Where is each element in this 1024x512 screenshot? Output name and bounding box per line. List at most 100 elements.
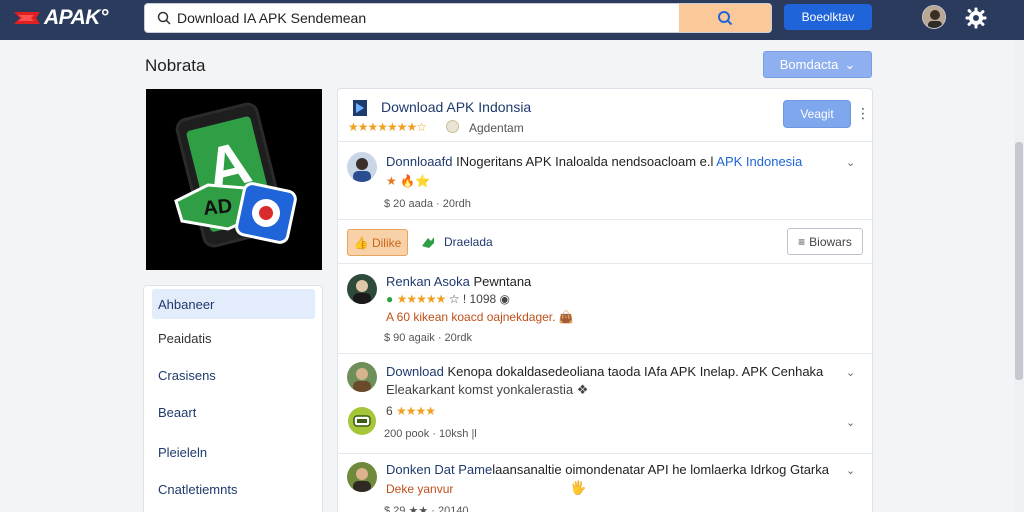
comment-title-link[interactable]: APK Indonesia bbox=[713, 154, 802, 169]
browse-button-label: Biowars bbox=[809, 234, 852, 249]
nav-item-beaart[interactable]: Beaart bbox=[152, 397, 315, 427]
nav-item-crasisens[interactable]: Crasisens bbox=[152, 360, 315, 390]
chevron-down-icon[interactable]: ⌄ bbox=[846, 464, 856, 477]
comment-rating-meta: ☆ ! 1098 ◉ bbox=[448, 292, 510, 306]
page-scrollbar-thumb[interactable] bbox=[1015, 142, 1023, 380]
comment-meta: $ 29 ★★ · 20140 bbox=[384, 505, 469, 512]
app-logo[interactable]: APAK° bbox=[12, 6, 108, 30]
top-right-dropdown-button[interactable]: Bomdacta ⌄ bbox=[763, 51, 872, 78]
comment-row: Renkan Asoka Pewntana ● ★★★★★ ☆ ! 1098 ◉… bbox=[338, 263, 872, 353]
app-tag: Agdentam bbox=[469, 121, 524, 135]
user-avatar-icon bbox=[347, 274, 377, 304]
emoji-icon: ❖ bbox=[576, 382, 589, 397]
comment-title: Renkan Asoka Pewntana bbox=[386, 274, 531, 289]
app-flag-icon bbox=[353, 100, 367, 116]
comment-title-text: Pewntana bbox=[469, 274, 532, 289]
search-icon bbox=[718, 11, 733, 26]
comment-line2: Deke yanvur bbox=[386, 482, 453, 496]
nav-item-label: Peaidatis bbox=[158, 330, 212, 346]
user-avatar-icon bbox=[923, 6, 945, 28]
app-rating-stars: ★★★★★★★☆ bbox=[348, 120, 427, 134]
search-bar[interactable] bbox=[144, 3, 772, 33]
browse-button[interactable]: ≡ Biowars bbox=[787, 228, 863, 255]
nav-item-peaidatis[interactable]: Peaidatis bbox=[152, 323, 315, 353]
avatar[interactable] bbox=[347, 362, 377, 392]
comment-row: Donken Dat Pamelaansanaltie oimondenatar… bbox=[338, 453, 872, 512]
app-name[interactable]: Download APK Indonsia bbox=[381, 99, 531, 115]
comment-title-highlight[interactable]: Donken Dat Pame bbox=[386, 462, 492, 477]
comment-title: Donnloaafd INogeritans APK Inaloalda nen… bbox=[386, 154, 802, 169]
page-title: Nobrata bbox=[145, 56, 206, 75]
comment-rating: ● ★★★★★ ☆ ! 1098 ◉ bbox=[386, 292, 510, 306]
logo-chevron-icon bbox=[14, 12, 40, 24]
comment-stars: ★★★★★ bbox=[396, 292, 447, 306]
comment-title-text: Kenopa dokaldasedeoliana taoda IAfa APK … bbox=[443, 364, 824, 379]
app-cover-image: A AD bbox=[146, 89, 322, 270]
verified-icon: ● bbox=[386, 292, 394, 306]
comment-meta: 200 pook · 10ksh |l bbox=[384, 428, 477, 440]
comment-title: Download Kenopa dokaldasedeoliana taoda … bbox=[386, 364, 823, 379]
action-bar: 👍 Dilike Draelada ≡ Biowars bbox=[338, 219, 872, 263]
comment-row: Download Kenopa dokaldasedeoliana taoda … bbox=[338, 353, 872, 453]
comment-title: Donken Dat Pamelaansanaltie oimondenatar… bbox=[386, 462, 829, 477]
nav-item-label: Beaart bbox=[158, 404, 197, 420]
tag-icon bbox=[446, 120, 459, 133]
chevron-down-icon[interactable]: ⌄ bbox=[846, 366, 856, 379]
chevron-down-icon[interactable]: ⌄ bbox=[846, 416, 856, 429]
nav-item-pleieleln[interactable]: Pleieleln bbox=[152, 437, 315, 467]
search-icon bbox=[157, 11, 171, 25]
header-primary-button[interactable]: Boeolktav bbox=[784, 4, 872, 30]
nav-item-label: Pleieleln bbox=[158, 444, 208, 460]
user-avatar-icon bbox=[347, 152, 377, 182]
user-avatar[interactable] bbox=[922, 5, 946, 29]
app-badge-icon bbox=[347, 406, 377, 436]
comment-body: A 60 kikean koacd oajnekdager. 👜 bbox=[386, 310, 574, 324]
nav-item-label: Ahbaneer bbox=[158, 296, 215, 312]
user-avatar-icon bbox=[347, 362, 377, 392]
comment-rating: 6 ★★★★ bbox=[386, 404, 436, 418]
gear-icon[interactable] bbox=[964, 6, 988, 30]
avatar[interactable] bbox=[347, 462, 377, 492]
search-input[interactable] bbox=[177, 4, 677, 32]
avatar[interactable] bbox=[347, 152, 377, 182]
svg-text:AD: AD bbox=[202, 195, 233, 220]
hand-icon: 🖐 bbox=[570, 480, 587, 495]
chevron-down-icon[interactable]: ⌄ bbox=[846, 156, 856, 169]
comment-line2: Eleakarkant komst yonkalerastia ❖ bbox=[386, 382, 588, 398]
top-header: APAK° Boeolktav bbox=[0, 0, 1024, 40]
comment-meta: $ 90 agaik · 20rdk bbox=[384, 332, 473, 344]
game-controller-icon bbox=[348, 407, 376, 435]
top-right-button-label: Bomdacta bbox=[779, 57, 839, 72]
comment-title-highlight[interactable]: Download bbox=[386, 364, 444, 379]
app-detail-card: Download APK Indonsia ★★★★★★★☆ Agdentam … bbox=[337, 88, 873, 512]
category-nav: Ahbaneer Peaidatis Crasisens Beaart Plei… bbox=[143, 285, 323, 512]
comment-meta: $ 20 aada · 20rdh bbox=[384, 198, 471, 210]
user-avatar-icon bbox=[347, 462, 377, 492]
more-options-icon[interactable]: ⋮ bbox=[856, 106, 870, 120]
comment-line2-text: Eleakarkant komst yonkalerastia bbox=[386, 382, 574, 397]
like-button[interactable]: 👍 Dilike bbox=[347, 229, 408, 256]
comment-title-text: INogeritans APK Inaloalda nendsoacloam e… bbox=[452, 154, 714, 169]
nav-item-cnatletiemnts[interactable]: Cnatletiemnts bbox=[152, 474, 315, 504]
install-button[interactable]: Veagit bbox=[783, 100, 851, 128]
apk-app-illustration-icon: A AD bbox=[146, 89, 322, 270]
list-icon: ≡ bbox=[798, 234, 806, 249]
nav-item-ahbaneer[interactable]: Ahbaneer bbox=[152, 289, 315, 319]
comment-row: Donnloaafd INogeritans APK Inaloalda nen… bbox=[338, 141, 872, 219]
comment-title-highlight[interactable]: Donnloaafd bbox=[386, 154, 453, 169]
share-label[interactable]: Draelada bbox=[444, 235, 493, 249]
comment-stars: ★★★★ bbox=[396, 404, 436, 418]
share-icon[interactable] bbox=[420, 234, 436, 250]
search-button[interactable] bbox=[679, 4, 771, 32]
comment-title-highlight[interactable]: Renkan Asoka bbox=[386, 274, 470, 289]
chevron-down-icon: ⌄ bbox=[844, 56, 856, 72]
nav-item-label: Cnatletiemnts bbox=[158, 481, 238, 497]
comment-body-text: A 60 kikean koacd oajnekdager. bbox=[386, 310, 556, 324]
avatar[interactable] bbox=[347, 274, 377, 304]
comment-title-text: laansanaltie oimondenatar API he lomlaer… bbox=[492, 462, 829, 477]
comment-rating-prefix: 6 bbox=[386, 404, 393, 418]
app-header: Download APK Indonsia ★★★★★★★☆ Agdentam … bbox=[338, 89, 872, 141]
logo-text: APAK° bbox=[44, 6, 108, 29]
comment-badges: ★ 🔥⭐ bbox=[386, 174, 430, 188]
bag-icon: 👜 bbox=[558, 310, 574, 324]
